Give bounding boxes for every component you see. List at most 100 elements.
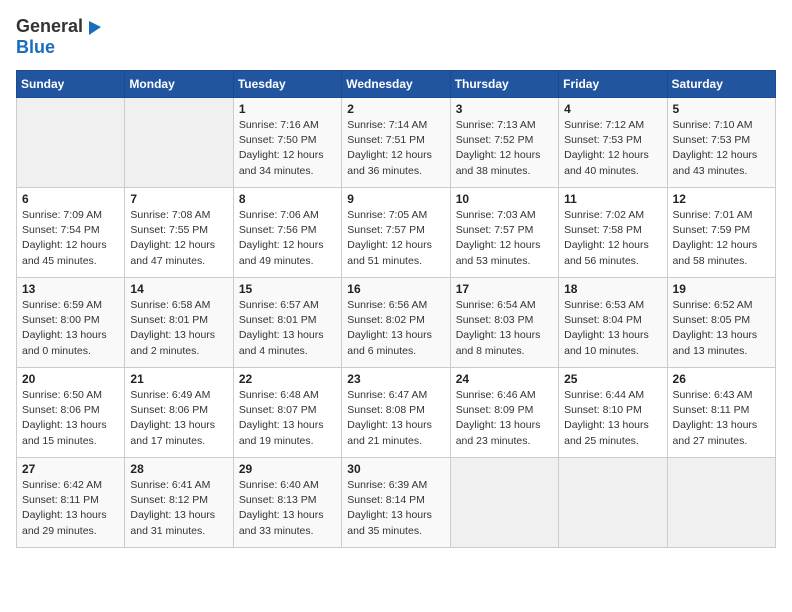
day-info: Sunrise: 6:54 AM Sunset: 8:03 PM Dayligh… — [456, 298, 553, 359]
day-number: 17 — [456, 282, 553, 296]
day-number: 22 — [239, 372, 336, 386]
day-info: Sunrise: 6:44 AM Sunset: 8:10 PM Dayligh… — [564, 388, 661, 449]
day-info: Sunrise: 6:39 AM Sunset: 8:14 PM Dayligh… — [347, 478, 444, 539]
calendar-cell: 28Sunrise: 6:41 AM Sunset: 8:12 PM Dayli… — [125, 458, 233, 548]
day-number: 29 — [239, 462, 336, 476]
weekday-header-wednesday: Wednesday — [342, 71, 450, 98]
day-number: 15 — [239, 282, 336, 296]
calendar-cell: 17 Sunrise: 6:54 AM Sunset: 8:03 PM Dayli… — [450, 278, 558, 368]
calendar-week-2: 6 Sunrise: 7:09 AM Sunset: 7:54 PM Daylig… — [17, 188, 776, 278]
calendar-cell: 1Sunrise: 7:16 AM Sunset: 7:50 PM Daylig… — [233, 98, 341, 188]
day-number: 4 — [564, 102, 661, 116]
day-number: 5 — [673, 102, 770, 116]
weekday-header-thursday: Thursday — [450, 71, 558, 98]
day-number: 2 — [347, 102, 444, 116]
calendar-cell: 18 Sunrise: 6:53 AM Sunset: 8:04 PM Dayli… — [559, 278, 667, 368]
day-number: 26 — [673, 372, 770, 386]
day-info: Sunrise: 6:40 AM Sunset: 8:13 PM Dayligh… — [239, 478, 336, 539]
calendar-cell: 5 Sunrise: 7:10 AM Sunset: 7:53 PM Daylig… — [667, 98, 775, 188]
day-number: 6 — [22, 192, 119, 206]
calendar-week-1: 1Sunrise: 7:16 AM Sunset: 7:50 PM Daylig… — [17, 98, 776, 188]
calendar-cell: 4 Sunrise: 7:12 AM Sunset: 7:53 PM Daylig… — [559, 98, 667, 188]
calendar-cell — [125, 98, 233, 188]
logo-general-text: General — [16, 16, 83, 37]
day-info: Sunrise: 6:56 AM Sunset: 8:02 PM Dayligh… — [347, 298, 444, 359]
day-number: 30 — [347, 462, 444, 476]
day-info: Sunrise: 6:47 AM Sunset: 8:08 PM Dayligh… — [347, 388, 444, 449]
calendar-cell: 13 Sunrise: 6:59 AM Sunset: 8:00 PM Dayli… — [17, 278, 125, 368]
calendar-cell: 19 Sunrise: 6:52 AM Sunset: 8:05 PM Dayli… — [667, 278, 775, 368]
calendar-cell — [559, 458, 667, 548]
day-info: Sunrise: 7:05 AM Sunset: 7:57 PM Dayligh… — [347, 208, 444, 269]
day-number: 10 — [456, 192, 553, 206]
logo-triangle-icon — [85, 17, 105, 37]
day-number: 18 — [564, 282, 661, 296]
calendar-cell: 26 Sunrise: 6:43 AM Sunset: 8:11 PM Dayli… — [667, 368, 775, 458]
weekday-header-sunday: Sunday — [17, 71, 125, 98]
day-info: Sunrise: 7:08 AM Sunset: 7:55 PM Dayligh… — [130, 208, 227, 269]
calendar-cell — [17, 98, 125, 188]
day-info: Sunrise: 7:10 AM Sunset: 7:53 PM Dayligh… — [673, 118, 770, 179]
day-info: Sunrise: 6:43 AM Sunset: 8:11 PM Dayligh… — [673, 388, 770, 449]
day-number: 12 — [673, 192, 770, 206]
day-number: 21 — [130, 372, 227, 386]
calendar-week-4: 20 Sunrise: 6:50 AM Sunset: 8:06 PM Dayli… — [17, 368, 776, 458]
day-info: Sunrise: 7:13 AM Sunset: 7:52 PM Dayligh… — [456, 118, 553, 179]
calendar-cell: 23 Sunrise: 6:47 AM Sunset: 8:08 PM Dayli… — [342, 368, 450, 458]
day-info: Sunrise: 6:52 AM Sunset: 8:05 PM Dayligh… — [673, 298, 770, 359]
day-info: Sunrise: 7:14 AM Sunset: 7:51 PM Dayligh… — [347, 118, 444, 179]
weekday-header-monday: Monday — [125, 71, 233, 98]
day-number: 8 — [239, 192, 336, 206]
calendar-cell — [450, 458, 558, 548]
day-info: Sunrise: 6:57 AM Sunset: 8:01 PM Dayligh… — [239, 298, 336, 359]
calendar-cell: 10 Sunrise: 7:03 AM Sunset: 7:57 PM Dayli… — [450, 188, 558, 278]
calendar-cell: 22 Sunrise: 6:48 AM Sunset: 8:07 PM Dayli… — [233, 368, 341, 458]
weekday-header-tuesday: Tuesday — [233, 71, 341, 98]
page-header: General Blue — [16, 16, 776, 58]
day-info: Sunrise: 7:16 AM Sunset: 7:50 PM Dayligh… — [239, 118, 336, 179]
calendar-cell: 6 Sunrise: 7:09 AM Sunset: 7:54 PM Daylig… — [17, 188, 125, 278]
weekday-header-friday: Friday — [559, 71, 667, 98]
day-info: Sunrise: 7:09 AM Sunset: 7:54 PM Dayligh… — [22, 208, 119, 269]
day-number: 13 — [22, 282, 119, 296]
calendar-cell: 24Sunrise: 6:46 AM Sunset: 8:09 PM Dayli… — [450, 368, 558, 458]
day-info: Sunrise: 7:03 AM Sunset: 7:57 PM Dayligh… — [456, 208, 553, 269]
calendar-cell: 2 Sunrise: 7:14 AM Sunset: 7:51 PM Daylig… — [342, 98, 450, 188]
calendar-cell: 29 Sunrise: 6:40 AM Sunset: 8:13 PM Dayli… — [233, 458, 341, 548]
day-info: Sunrise: 6:49 AM Sunset: 8:06 PM Dayligh… — [130, 388, 227, 449]
day-number: 27 — [22, 462, 119, 476]
calendar-week-3: 13 Sunrise: 6:59 AM Sunset: 8:00 PM Dayli… — [17, 278, 776, 368]
calendar-cell: 9 Sunrise: 7:05 AM Sunset: 7:57 PM Daylig… — [342, 188, 450, 278]
calendar-cell: 16 Sunrise: 6:56 AM Sunset: 8:02 PM Dayli… — [342, 278, 450, 368]
calendar-cell: 3 Sunrise: 7:13 AM Sunset: 7:52 PM Daylig… — [450, 98, 558, 188]
calendar-week-5: 27 Sunrise: 6:42 AM Sunset: 8:11 PM Dayli… — [17, 458, 776, 548]
calendar-cell: 20 Sunrise: 6:50 AM Sunset: 8:06 PM Dayli… — [17, 368, 125, 458]
day-info: Sunrise: 7:01 AM Sunset: 7:59 PM Dayligh… — [673, 208, 770, 269]
calendar-cell: 14Sunrise: 6:58 AM Sunset: 8:01 PM Dayli… — [125, 278, 233, 368]
day-info: Sunrise: 6:50 AM Sunset: 8:06 PM Dayligh… — [22, 388, 119, 449]
weekday-header-saturday: Saturday — [667, 71, 775, 98]
day-info: Sunrise: 6:42 AM Sunset: 8:11 PM Dayligh… — [22, 478, 119, 539]
day-number: 23 — [347, 372, 444, 386]
day-info: Sunrise: 6:59 AM Sunset: 8:00 PM Dayligh… — [22, 298, 119, 359]
day-number: 11 — [564, 192, 661, 206]
calendar-body: 1Sunrise: 7:16 AM Sunset: 7:50 PM Daylig… — [17, 98, 776, 548]
day-info: Sunrise: 6:53 AM Sunset: 8:04 PM Dayligh… — [564, 298, 661, 359]
day-number: 16 — [347, 282, 444, 296]
calendar-table: SundayMondayTuesdayWednesdayThursdayFrid… — [16, 70, 776, 548]
calendar-cell: 25Sunrise: 6:44 AM Sunset: 8:10 PM Dayli… — [559, 368, 667, 458]
calendar-cell: 30 Sunrise: 6:39 AM Sunset: 8:14 PM Dayli… — [342, 458, 450, 548]
day-info: Sunrise: 7:12 AM Sunset: 7:53 PM Dayligh… — [564, 118, 661, 179]
calendar-cell: 11 Sunrise: 7:02 AM Sunset: 7:58 PM Dayli… — [559, 188, 667, 278]
day-number: 24 — [456, 372, 553, 386]
day-number: 20 — [22, 372, 119, 386]
day-info: Sunrise: 6:58 AM Sunset: 8:01 PM Dayligh… — [130, 298, 227, 359]
day-number: 19 — [673, 282, 770, 296]
calendar-cell: 15 Sunrise: 6:57 AM Sunset: 8:01 PM Dayli… — [233, 278, 341, 368]
calendar-cell: 12 Sunrise: 7:01 AM Sunset: 7:59 PM Dayli… — [667, 188, 775, 278]
day-info: Sunrise: 7:02 AM Sunset: 7:58 PM Dayligh… — [564, 208, 661, 269]
day-number: 3 — [456, 102, 553, 116]
day-info: Sunrise: 6:48 AM Sunset: 8:07 PM Dayligh… — [239, 388, 336, 449]
day-number: 28 — [130, 462, 227, 476]
day-number: 9 — [347, 192, 444, 206]
